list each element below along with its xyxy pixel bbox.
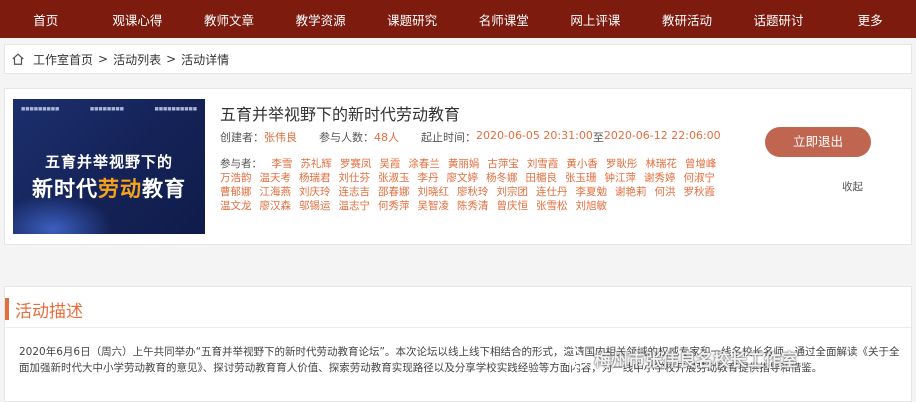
participant-name[interactable]: 杨瑞君 [299, 171, 331, 185]
nav-item[interactable]: 话题研讨 [733, 10, 825, 29]
participant-name[interactable]: 廖秋玲 [457, 185, 489, 199]
collapse-link[interactable]: 收起 [842, 179, 863, 194]
participant-name[interactable]: 连志吉 [339, 185, 371, 199]
nav-item[interactable]: 教师文章 [183, 10, 275, 29]
participant-name[interactable]: 刘晓红 [418, 185, 450, 199]
participant-name[interactable]: 杨冬娜 [486, 171, 518, 185]
breadcrumb-separator: > [98, 52, 109, 66]
participant-name[interactable]: 张淑玉 [378, 171, 410, 185]
participant-name[interactable]: 吴智凌 [418, 199, 450, 213]
participant-name[interactable]: 刘仕芬 [339, 171, 371, 185]
cover-title-line1: 五育并举视野下的 [44, 153, 173, 171]
participant-name[interactable]: 邵春娜 [378, 185, 410, 199]
participant-name[interactable]: 张玉珊 [565, 171, 597, 185]
breadcrumb: 工作室首页 > 活动列表 > 活动详情 [4, 44, 912, 74]
activity-title: 五育并举视野下的新时代劳动教育 [220, 105, 461, 124]
participants-label: 参与者： [220, 158, 262, 170]
participant-name[interactable]: 李夏勉 [576, 185, 608, 199]
participant-name[interactable]: 何淑宁 [684, 171, 716, 185]
watermark: 梅州市张伟良名校长工作室 [562, 346, 798, 371]
top-nav: 首页 观课心得 教师文章 教学资源 课题研究 名师课堂 网上评课 教研活动 话题研讨 更多 [0, 0, 916, 38]
participant-name[interactable]: 谢艳莉 [615, 185, 647, 199]
home-icon[interactable] [11, 52, 25, 66]
time-label: 起止时间： [421, 131, 476, 144]
end-time: 2020-06-12 22:06:00 [603, 129, 721, 142]
nav-item[interactable]: 教研活动 [641, 10, 733, 29]
participant-name[interactable]: 廖文婷 [447, 171, 479, 185]
participant-name[interactable]: 曹郁娜 [220, 185, 252, 199]
participant-name[interactable]: 田楣良 [526, 171, 558, 185]
description-header: 活动描述 [5, 295, 83, 323]
participant-name[interactable]: 温志宁 [339, 199, 371, 213]
participant-name[interactable]: 曾增峰 [685, 157, 717, 171]
nav-item[interactable]: 首页 [0, 10, 92, 29]
participant-name[interactable]: 吴霞 [379, 157, 400, 171]
participant-name[interactable]: 刘庆玲 [299, 185, 331, 199]
participant-name[interactable]: 李丹 [418, 171, 439, 185]
participant-name[interactable]: 温文龙 [220, 199, 252, 213]
activity-card: ■■■■■■■■■ ■■■■■■■■ ■■■■■■■■■■ 五育并举视野下的 新时代… [4, 88, 912, 245]
breadcrumb-detail: 活动详情 [181, 52, 230, 67]
quit-button[interactable]: 立即退出 [765, 127, 871, 157]
description-heading: 活动描述 [15, 301, 83, 322]
participant-name[interactable]: 邬锡运 [299, 199, 331, 213]
participant-name[interactable]: 廖汉森 [260, 199, 292, 213]
count-value: 48人 [374, 131, 399, 144]
description-section: 活动描述 2020年6月6日（周六）上午共同举办“五育并举视野下的新时代劳动教育… [4, 286, 912, 402]
participant-name[interactable]: 罗赛凤 [340, 157, 372, 171]
participant-name[interactable]: 连仕丹 [536, 185, 568, 199]
participant-name[interactable]: 陈秀清 [457, 199, 489, 213]
watermark-text: 梅州市张伟良名校长工作室 [594, 351, 798, 371]
participant-name[interactable]: 温天考 [260, 171, 292, 185]
participant-name[interactable]: 刘宗团 [497, 185, 529, 199]
time-to: 至 [592, 131, 604, 144]
nav-item[interactable]: 观课心得 [92, 10, 184, 29]
participant-name[interactable]: 刘雪霞 [527, 157, 559, 171]
breadcrumb-separator: > [166, 52, 177, 66]
participant-name[interactable]: 罗秋霞 [684, 185, 716, 199]
breadcrumb-home[interactable]: 工作室首页 [33, 51, 93, 68]
breadcrumb-list[interactable]: 活动列表 [113, 51, 161, 68]
header-accent-bar [5, 298, 9, 320]
participant-name[interactable]: 何洪 [655, 185, 676, 199]
nav-item[interactable]: 课题研究 [366, 10, 458, 29]
activity-cover-image[interactable]: ■■■■■■■■■ ■■■■■■■■ ■■■■■■■■■■ 五育并举视野下的 新时代… [13, 99, 205, 234]
start-time: 2020-06-05 20:31:00 [476, 129, 593, 142]
cover-logos: ■■■■■■■■■ ■■■■■■■■ ■■■■■■■■■■ [21, 107, 197, 112]
creator-label: 创建者： [220, 131, 264, 144]
nav-item[interactable]: 教学资源 [275, 10, 367, 29]
creator-value[interactable]: 张伟良 [264, 129, 297, 145]
count-label: 参与人数： [319, 131, 374, 144]
participant-name[interactable]: 曾庆恒 [497, 199, 529, 213]
participant-name[interactable]: 黄丽娟 [448, 157, 480, 171]
participant-name[interactable]: 古萍宝 [487, 157, 519, 171]
activity-meta: 创建者： 张伟良 参与人数： 48人 起止时间： 2020-06-05 20:3… [220, 129, 721, 145]
participant-name[interactable]: 黄小香 [566, 157, 598, 171]
divider [5, 327, 911, 328]
nav-item[interactable]: 网上评课 [550, 10, 642, 29]
nav-item[interactable]: 名师课堂 [458, 10, 550, 29]
participant-name[interactable]: 李雪 [271, 157, 292, 171]
participant-name[interactable]: 涂春兰 [408, 157, 440, 171]
participant-name[interactable]: 林瑞花 [645, 157, 677, 171]
participant-name[interactable]: 钟江萍 [605, 171, 637, 185]
participant-name[interactable]: 罗耿彤 [606, 157, 638, 171]
participants-list: 参与者： 李雪 苏礼辉 罗赛凤 吴霞 涂春兰 黄丽娟 古萍宝 刘雪霞 黄小香 罗耿彤 林瑞花 曾增峰万… [220, 157, 760, 213]
participant-name[interactable]: 江海燕 [260, 185, 292, 199]
participant-name[interactable]: 何秀萍 [378, 199, 410, 213]
participant-name[interactable]: 张雪松 [536, 199, 568, 213]
participant-name[interactable]: 万浩韵 [220, 171, 252, 185]
participant-name[interactable]: 刘旭敏 [576, 199, 608, 213]
participant-name[interactable]: 苏礼辉 [300, 157, 332, 171]
nav-item[interactable]: 更多 [824, 10, 916, 29]
participant-name[interactable]: 谢秀婷 [644, 171, 676, 185]
cover-title-line2: 新时代劳动教育 [32, 177, 186, 201]
wechat-icon [562, 348, 588, 368]
